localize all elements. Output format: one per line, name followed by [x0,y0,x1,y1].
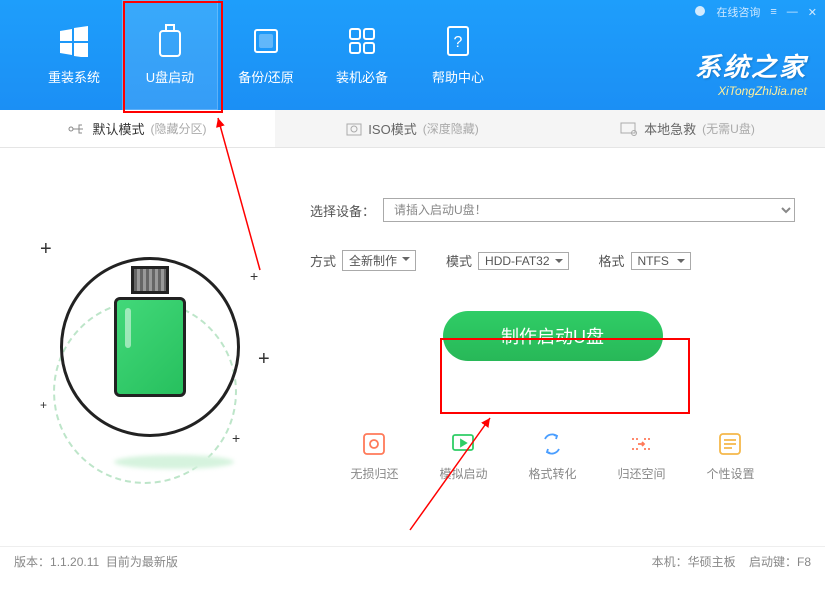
iso-icon [346,121,362,137]
help-icon: ? [442,25,474,57]
brand: 系统之家 XiTongZhiJia.net [695,47,807,98]
usb-small-icon [68,122,86,136]
nav-backup[interactable]: 备份/还原 [218,0,314,110]
menu-icon[interactable]: ≡ [770,6,776,18]
header: 在线咨询 ≡ — ✕ 重装系统 U盘启动 备份/还原 装机必备 [0,0,825,110]
convert-icon [539,431,565,457]
main-body: + + + + + 选择设备： 请插入启动U盘！ 方式 全新制作 模式 [0,148,825,546]
space-icon [628,431,654,457]
return-icon [361,431,387,457]
bottom-actions: 无损归还 模拟启动 格式转化 归还空间 个性设置 [310,431,795,482]
nav-reinstall[interactable]: 重装系统 [26,0,122,110]
version-info: 版本：1.1.20.11 目前为最新版 [14,553,178,570]
penguin-icon [694,5,706,20]
close-icon[interactable]: ✕ [808,6,817,19]
usb-illustration [60,257,240,437]
method-select[interactable]: 全新制作 [342,250,416,271]
backup-icon [250,25,282,57]
make-boot-usb-button[interactable]: 制作启动U盘 [443,311,663,361]
play-icon [450,431,476,457]
tab-default[interactable]: 默认模式(隐藏分区) [0,110,275,147]
options-row: 方式 全新制作 模式 HDD-FAT32 格式 NTFS [310,250,795,271]
action-personalize[interactable]: 个性设置 [706,431,754,482]
method-label: 方式 [310,251,336,270]
brand-en: XiTongZhiJia.net [695,84,807,98]
windows-icon [58,25,90,57]
apps-icon [346,25,378,57]
settings-icon [717,431,743,457]
mode-select[interactable]: HDD-FAT32 [478,252,568,270]
action-lossless-return[interactable]: 无损归还 [350,431,398,482]
nav-essentials[interactable]: 装机必备 [314,0,410,110]
action-simulate-boot[interactable]: 模拟启动 [439,431,487,482]
illustration-panel: + + + + + [0,148,300,546]
nav-help[interactable]: ? 帮助中心 [410,0,506,110]
host-info: 本机：华硕主板 启动键：F8 [652,553,811,570]
tab-local[interactable]: 本地急救(无需U盘) [550,110,825,147]
consult-link[interactable]: 在线咨询 [716,4,760,20]
format-label: 格式 [599,251,625,270]
mode-tabs: 默认模式(隐藏分区) ISO模式(深度隐藏) 本地急救(无需U盘) [0,110,825,148]
form-panel: 选择设备： 请插入启动U盘！ 方式 全新制作 模式 HDD-FAT32 格式 N… [300,148,825,546]
tab-iso[interactable]: ISO模式(深度隐藏) [275,110,550,147]
footer: 版本：1.1.20.11 目前为最新版 本机：华硕主板 启动键：F8 [0,546,825,576]
device-select[interactable]: 请插入启动U盘！ [383,198,795,222]
titlebar: 在线咨询 ≡ — ✕ [694,4,817,20]
svg-text:?: ? [454,34,463,51]
mode-label: 模式 [446,251,472,270]
nav: 重装系统 U盘启动 备份/还原 装机必备 ? 帮助中心 [0,0,506,110]
monitor-icon [620,122,638,136]
usb-icon [154,25,186,57]
action-format-convert[interactable]: 格式转化 [528,431,576,482]
device-row: 选择设备： 请插入启动U盘！ [310,198,795,222]
nav-usb-boot[interactable]: U盘启动 [122,0,218,110]
minimize-icon[interactable]: — [787,6,798,18]
action-return-space[interactable]: 归还空间 [617,431,665,482]
brand-cn: 系统之家 [695,47,807,84]
format-select[interactable]: NTFS [631,252,691,270]
device-label: 选择设备： [310,201,375,220]
